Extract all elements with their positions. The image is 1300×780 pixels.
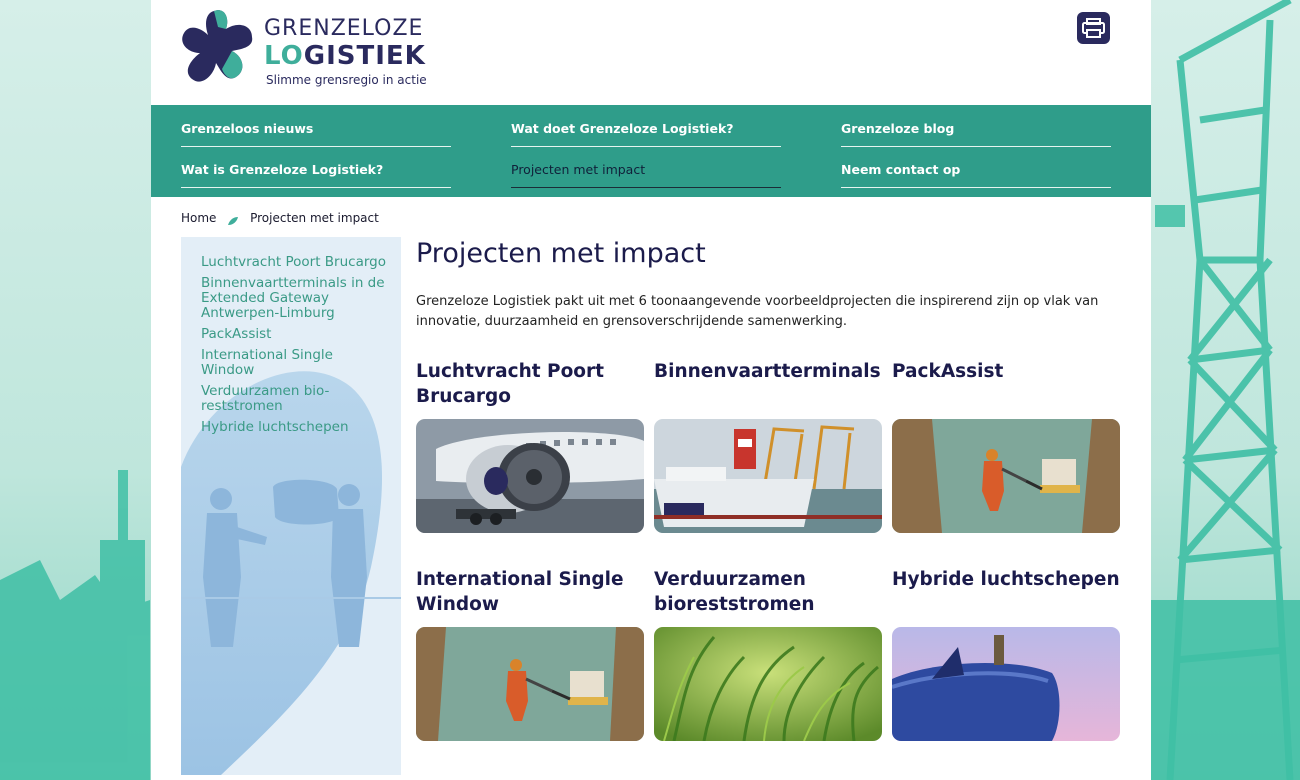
breadcrumb-current: Projecten met impact <box>250 210 379 225</box>
breadcrumb-home[interactable]: Home <box>181 211 216 225</box>
project-image-worker[interactable] <box>416 627 644 741</box>
project-image-airplane[interactable] <box>416 419 644 533</box>
project-card-binnenvaart[interactable]: Binnenvaartterminals <box>654 359 882 533</box>
project-card-bioreststromen[interactable]: Verduurzamen bioreststromen <box>654 567 882 741</box>
nav-item-wat-doet[interactable]: Wat doet Grenzeloze Logistiek? <box>511 109 781 147</box>
logo-name-top: GRENZELOZE <box>264 16 424 41</box>
sidebar-item-binnenvaart[interactable]: Binnenvaartterminals in de Extended Gate… <box>201 276 386 321</box>
site-logo[interactable]: GRENZELOZE LOGISTIEK Slimme grensregio i… <box>180 9 430 89</box>
breadcrumb: Home Projecten met impact <box>181 210 379 225</box>
project-title[interactable]: Verduurzamen bioreststromen <box>654 567 882 623</box>
sidebar-item-brucargo[interactable]: Luchtvracht Poort Brucargo <box>201 255 386 270</box>
project-card-packassist[interactable]: PackAssist <box>892 359 1120 533</box>
project-title[interactable]: PackAssist <box>892 359 1120 415</box>
breadcrumb-separator-icon <box>228 214 239 225</box>
logo-name-bottom: LOGISTIEK <box>264 41 426 71</box>
sidebar-project-list: Luchtvracht Poort Brucargo Binnenvaartte… <box>201 255 386 441</box>
nav-item-contact[interactable]: Neem contact op <box>841 150 1111 188</box>
project-title[interactable]: International Single Window <box>416 567 644 623</box>
main-content: Projecten met impact Grenzeloze Logistie… <box>416 237 1126 741</box>
nav-item-grenzeloos-nieuws[interactable]: Grenzeloos nieuws <box>181 109 451 147</box>
nav-item-blog[interactable]: Grenzeloze blog <box>841 109 1111 147</box>
nav-item-wat-is[interactable]: Wat is Grenzeloze Logistiek? <box>181 150 451 188</box>
project-card-brucargo[interactable]: Luchtvracht Poort Brucargo <box>416 359 644 533</box>
page-title: Projecten met impact <box>416 238 706 269</box>
nav-item-projecten[interactable]: Projecten met impact <box>511 150 781 188</box>
project-card-luchtschepen[interactable]: Hybride luchtschepen <box>892 567 1120 741</box>
sidebar-item-single-window[interactable]: International Single Window <box>201 348 386 378</box>
sidebar-item-luchtschepen[interactable]: Hybride luchtschepen <box>201 420 386 435</box>
print-icon <box>1082 18 1105 38</box>
sidebar-item-bio-reststromen[interactable]: Verduurzamen bio-reststromen <box>201 384 386 414</box>
project-image-worker[interactable] <box>892 419 1120 533</box>
logo-name-accent: LO <box>264 41 304 71</box>
main-navigation: Grenzeloos nieuws Wat doet Grenzeloze Lo… <box>151 105 1151 197</box>
print-button[interactable] <box>1077 12 1110 44</box>
logo-tagline: Slimme grensregio in actie <box>266 73 427 87</box>
intro-text: Grenzeloze Logistiek pakt uit met 6 toon… <box>416 294 1099 329</box>
main-page: GRENZELOZE LOGISTIEK Slimme grensregio i… <box>151 0 1151 780</box>
logo-star-icon <box>182 10 253 82</box>
logo-name-rest: GISTIEK <box>303 41 426 71</box>
project-title[interactable]: Hybride luchtschepen <box>892 567 1120 623</box>
project-image-airship[interactable] <box>892 627 1120 741</box>
project-image-ship[interactable] <box>654 419 882 533</box>
sidebar-item-packassist[interactable]: PackAssist <box>201 327 386 342</box>
project-image-grass[interactable] <box>654 627 882 741</box>
project-card-single-window[interactable]: International Single Window <box>416 567 644 741</box>
project-title[interactable]: Binnenvaartterminals <box>654 359 882 415</box>
sidebar: Luchtvracht Poort Brucargo Binnenvaartte… <box>181 237 401 775</box>
project-title[interactable]: Luchtvracht Poort Brucargo <box>416 359 644 415</box>
site-header: GRENZELOZE LOGISTIEK Slimme grensregio i… <box>151 0 1151 105</box>
